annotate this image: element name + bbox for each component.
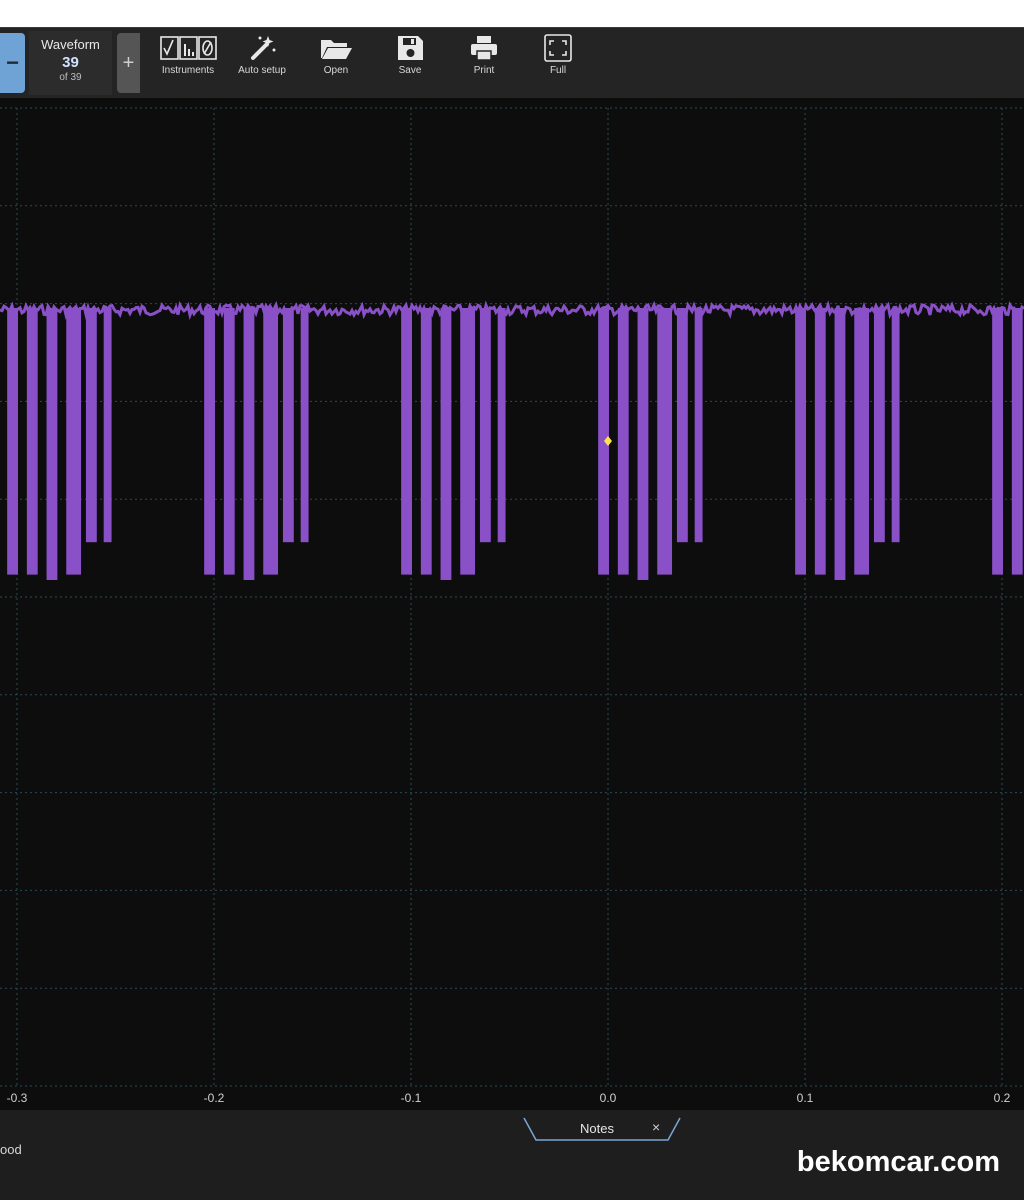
waveform-pulse <box>657 308 673 575</box>
waveform-chart[interactable]: -0.3 -0.2 -0.1 0.0 0.1 0.2 <box>0 98 1024 1110</box>
printer-icon <box>471 36 497 61</box>
waveform-pulse <box>401 308 412 575</box>
waveform-pulse <box>992 308 1003 575</box>
waveform-pulse <box>676 308 688 543</box>
waveform-counter: Waveform 39 of 39 <box>29 31 112 95</box>
waveform-pulse <box>460 308 476 575</box>
instruments-icon <box>160 36 217 60</box>
x-tick-label: -0.1 <box>401 1091 422 1105</box>
waveform-pulse <box>440 308 452 580</box>
waveform-pulse <box>854 308 870 575</box>
auto-setup-wand-icon <box>251 36 276 60</box>
notes-label: Notes <box>580 1121 614 1136</box>
waveform-pulse <box>7 308 18 575</box>
print-button[interactable]: Print <box>449 32 519 94</box>
waveform-pulse <box>637 308 649 580</box>
waveform-current: 39 <box>62 54 79 71</box>
waveform-pulse <box>46 308 58 580</box>
folder-open-icon <box>321 40 352 59</box>
auto-setup-label: Auto setup <box>238 65 286 76</box>
waveform-trace-baseline <box>0 300 1024 321</box>
status-bar: ood Notes × bekomcar.com <box>0 1110 1024 1200</box>
waveform-pulse <box>834 308 846 580</box>
fullscreen-icon <box>544 34 572 62</box>
status-left-text: ood <box>0 1142 22 1157</box>
floppy-disk-icon <box>398 36 423 60</box>
waveform-pulse <box>243 308 255 580</box>
auto-setup-button[interactable]: Auto setup <box>227 32 297 94</box>
waveform-pulse <box>617 308 629 575</box>
save-label: Save <box>398 65 422 76</box>
waveform-pulse <box>263 308 279 575</box>
waveform-pulse <box>891 308 900 543</box>
waveform-pulse <box>282 308 294 543</box>
print-label: Print <box>473 65 495 76</box>
full-button[interactable]: Full <box>523 32 593 94</box>
waveform-next-button[interactable]: + <box>117 33 140 93</box>
waveform-plot[interactable]: -0.3 -0.2 -0.1 0.0 0.1 0.2 <box>0 98 1024 1110</box>
waveform-pulse <box>300 308 309 543</box>
waveform-previous-button[interactable]: − <box>0 33 25 93</box>
open-button[interactable]: Open <box>301 32 371 94</box>
x-tick-label: -0.2 <box>204 1091 225 1105</box>
waveform-pulse <box>103 308 112 543</box>
waveform-title: Waveform <box>41 37 100 52</box>
instruments-label: Instruments <box>161 65 215 76</box>
x-tick-label: 0.1 <box>797 1091 814 1105</box>
waveform-pulse <box>85 308 97 543</box>
watermark-text: bekomcar.com <box>796 1146 1000 1178</box>
save-button[interactable]: Save <box>375 32 445 94</box>
instruments-button[interactable]: Instruments <box>153 32 223 94</box>
waveform-pulse <box>795 308 806 575</box>
waveform-pulse <box>66 308 82 575</box>
full-label: Full <box>549 65 567 76</box>
waveform-pulse <box>497 308 506 543</box>
waveform-total: of 39 <box>59 72 82 83</box>
toolbar: − Waveform 39 of 39 + Instruments Auto s… <box>0 27 1024 98</box>
waveform-pulse <box>204 308 215 575</box>
notes-tab[interactable]: Notes × <box>522 1116 682 1142</box>
waveform-pulse <box>479 308 491 543</box>
waveform-pulse <box>814 308 826 575</box>
waveform-pulse <box>873 308 885 543</box>
waveform-pulse <box>26 308 38 575</box>
open-label: Open <box>323 65 349 76</box>
x-tick-label: -0.3 <box>7 1091 28 1105</box>
x-tick-label: 0.0 <box>600 1091 617 1105</box>
notes-close-icon[interactable]: × <box>652 1119 660 1135</box>
waveform-pulse <box>420 308 432 575</box>
x-tick-label: 0.2 <box>994 1091 1011 1105</box>
waveform-pulse <box>1011 308 1023 575</box>
waveform-pulse <box>223 308 235 575</box>
waveform-pulse <box>694 308 703 543</box>
